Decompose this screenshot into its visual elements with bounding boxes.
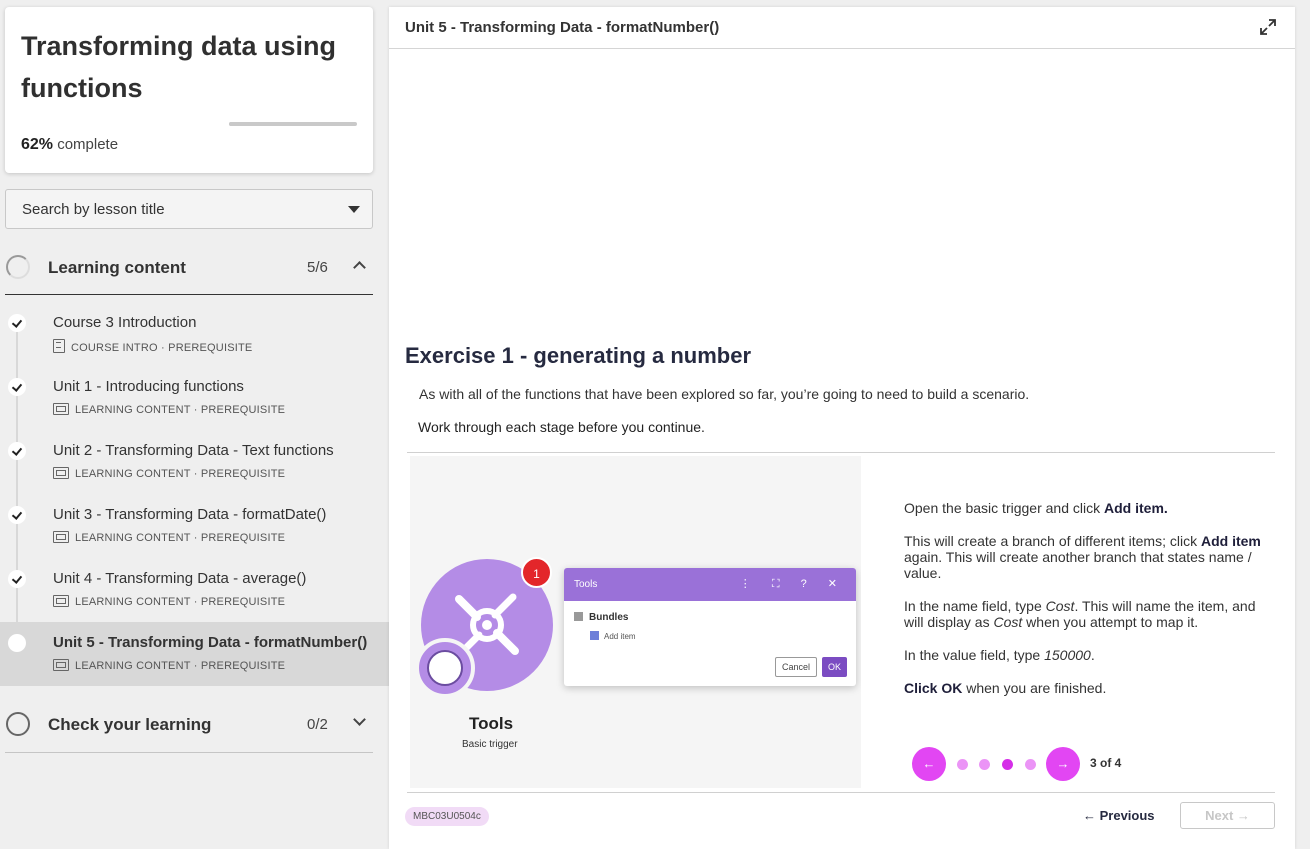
step-illustration: 1 Tools Basic trigger Tools ⋮ ⛶ ? ✕ Bund… <box>410 456 861 788</box>
section-title: Learning content <box>48 258 186 277</box>
divider <box>407 452 1275 453</box>
check-icon <box>8 570 26 588</box>
progress-text: 62% complete <box>21 136 118 154</box>
step-3: In the name field, type Cost. This will … <box>904 598 1256 630</box>
carousel-dot-active[interactable] <box>1002 759 1013 770</box>
section-title: Check your learning <box>48 715 212 734</box>
check-icon <box>8 314 26 332</box>
add-item-label: Add item <box>590 631 636 641</box>
carousel-prev-button[interactable]: ← <box>912 747 946 781</box>
progress-percent: 62% <box>21 136 54 153</box>
document-icon <box>53 339 65 353</box>
module-label: Tools <box>469 714 514 733</box>
clock-icon <box>415 638 475 698</box>
current-lesson-dot-icon <box>8 634 26 652</box>
carousel-dot[interactable] <box>957 759 968 770</box>
instruction-text: Work through each stage before you conti… <box>418 419 705 435</box>
lesson-content-panel: Unit 5 - Transforming Data - formatNumbe… <box>389 7 1295 849</box>
lesson-title: Unit 5 - Transforming Data - formatNumbe… <box>53 634 368 651</box>
check-icon <box>8 442 26 460</box>
step-5: Click OK when you are finished. <box>904 680 1107 696</box>
chevron-down-icon[interactable] <box>353 713 366 726</box>
search-placeholder: Search by lesson title <box>22 201 165 218</box>
dialog-header: Tools ⋮ ⛶ ? ✕ <box>564 568 856 601</box>
lesson-code-badge: MBC03U0504c <box>405 807 489 826</box>
slides-icon <box>53 403 69 415</box>
dialog-title: Tools <box>574 579 598 590</box>
collapse-icon <box>574 612 583 621</box>
course-title: Transforming data using functions <box>21 31 337 103</box>
notification-badge: 1 <box>521 557 552 588</box>
step-4: In the value field, type 150000. <box>904 647 1095 663</box>
module-sublabel: Basic trigger <box>462 739 518 750</box>
lesson-title: Unit 3 - Transforming Data - formatDate(… <box>53 506 327 523</box>
expand-icon[interactable] <box>1259 18 1277 36</box>
section-learning-content[interactable]: Learning content 5/6 <box>5 239 373 295</box>
lesson-item-unit-2[interactable]: Unit 2 - Transforming Data - Text functi… <box>0 428 389 492</box>
next-button[interactable]: Next → <box>1180 802 1275 829</box>
page-indicator: 3 of 4 <box>1090 756 1122 770</box>
step-2: This will create a branch of different i… <box>904 533 1261 581</box>
course-card: Transforming data using functions 62% co… <box>5 7 373 173</box>
lesson-header: Unit 5 - Transforming Data - formatNumbe… <box>389 7 1295 49</box>
lesson-search-dropdown[interactable]: Search by lesson title <box>5 189 373 229</box>
slides-icon <box>53 659 69 671</box>
check-icon <box>8 378 26 396</box>
lesson-meta: LEARNING CONTENT · PREREQUISITE <box>53 531 285 544</box>
section-count: 5/6 <box>307 259 328 276</box>
slides-icon <box>53 467 69 479</box>
carousel-dot[interactable] <box>979 759 990 770</box>
lesson-item-course-3-intro[interactable]: Course 3 Introduction COURSE INTRO · PRE… <box>0 300 389 364</box>
lesson-meta: LEARNING CONTENT · PREREQUISITE <box>53 659 285 672</box>
dialog-ok-button: OK <box>822 657 847 677</box>
lesson-meta: LEARNING CONTENT · PREREQUISITE <box>53 595 285 608</box>
lesson-meta: COURSE INTRO · PREREQUISITE <box>53 339 252 354</box>
progress-label: complete <box>57 136 119 153</box>
lesson-item-unit-3[interactable]: Unit 3 - Transforming Data - formatDate(… <box>0 492 389 556</box>
plus-icon <box>590 631 599 640</box>
slides-icon <box>53 595 69 607</box>
step-instructions: Open the basic trigger and click Add ite… <box>904 500 1276 713</box>
divider <box>407 792 1275 793</box>
lesson-meta: LEARNING CONTENT · PREREQUISITE <box>53 403 285 416</box>
check-icon <box>8 506 26 524</box>
tools-dialog: Tools ⋮ ⛶ ? ✕ Bundles Add item Cancel OK <box>564 568 856 686</box>
previous-button[interactable]: ← Previous <box>1083 808 1155 823</box>
progress-bar-fill <box>229 122 309 126</box>
progress-bar <box>229 122 357 126</box>
lesson-item-unit-5[interactable]: Unit 5 - Transforming Data - formatNumbe… <box>0 622 389 686</box>
lesson-title: Unit 1 - Introducing functions <box>53 378 244 395</box>
sidebar: Transforming data using functions 62% co… <box>0 0 389 849</box>
lesson-meta: LEARNING CONTENT · PREREQUISITE <box>53 467 285 480</box>
lesson-title: Course 3 Introduction <box>53 314 197 331</box>
lesson-item-unit-4[interactable]: Unit 4 - Transforming Data - average() L… <box>0 556 389 620</box>
carousel-dot[interactable] <box>1025 759 1036 770</box>
dialog-controls-icons: ⋮ ⛶ ? ✕ <box>739 578 846 590</box>
section-count: 0/2 <box>307 716 328 733</box>
step-carousel: ← → 3 of 4 <box>912 747 1152 781</box>
carousel-next-button[interactable]: → <box>1046 747 1080 781</box>
chevron-up-icon[interactable] <box>353 261 366 274</box>
step-1: Open the basic trigger and click Add ite… <box>904 500 1168 516</box>
lesson-title: Unit 4 - Transforming Data - average() <box>53 570 307 587</box>
intro-text: As with all of the functions that have b… <box>419 386 1030 402</box>
section-check-your-learning[interactable]: Check your learning 0/2 <box>5 697 373 753</box>
section-progress-icon <box>6 712 30 736</box>
section-progress-icon <box>6 255 30 279</box>
lesson-item-unit-1[interactable]: Unit 1 - Introducing functions LEARNING … <box>0 364 389 428</box>
slides-icon <box>53 531 69 543</box>
exercise-title: Exercise 1 - generating a number <box>405 343 752 368</box>
lesson-title: Unit 2 - Transforming Data - Text functi… <box>53 442 334 459</box>
unit-title: Unit 5 - Transforming Data - formatNumbe… <box>405 19 720 36</box>
dialog-cancel-button: Cancel <box>775 657 817 677</box>
caret-down-icon <box>348 206 360 213</box>
bundles-label: Bundles <box>574 612 628 623</box>
